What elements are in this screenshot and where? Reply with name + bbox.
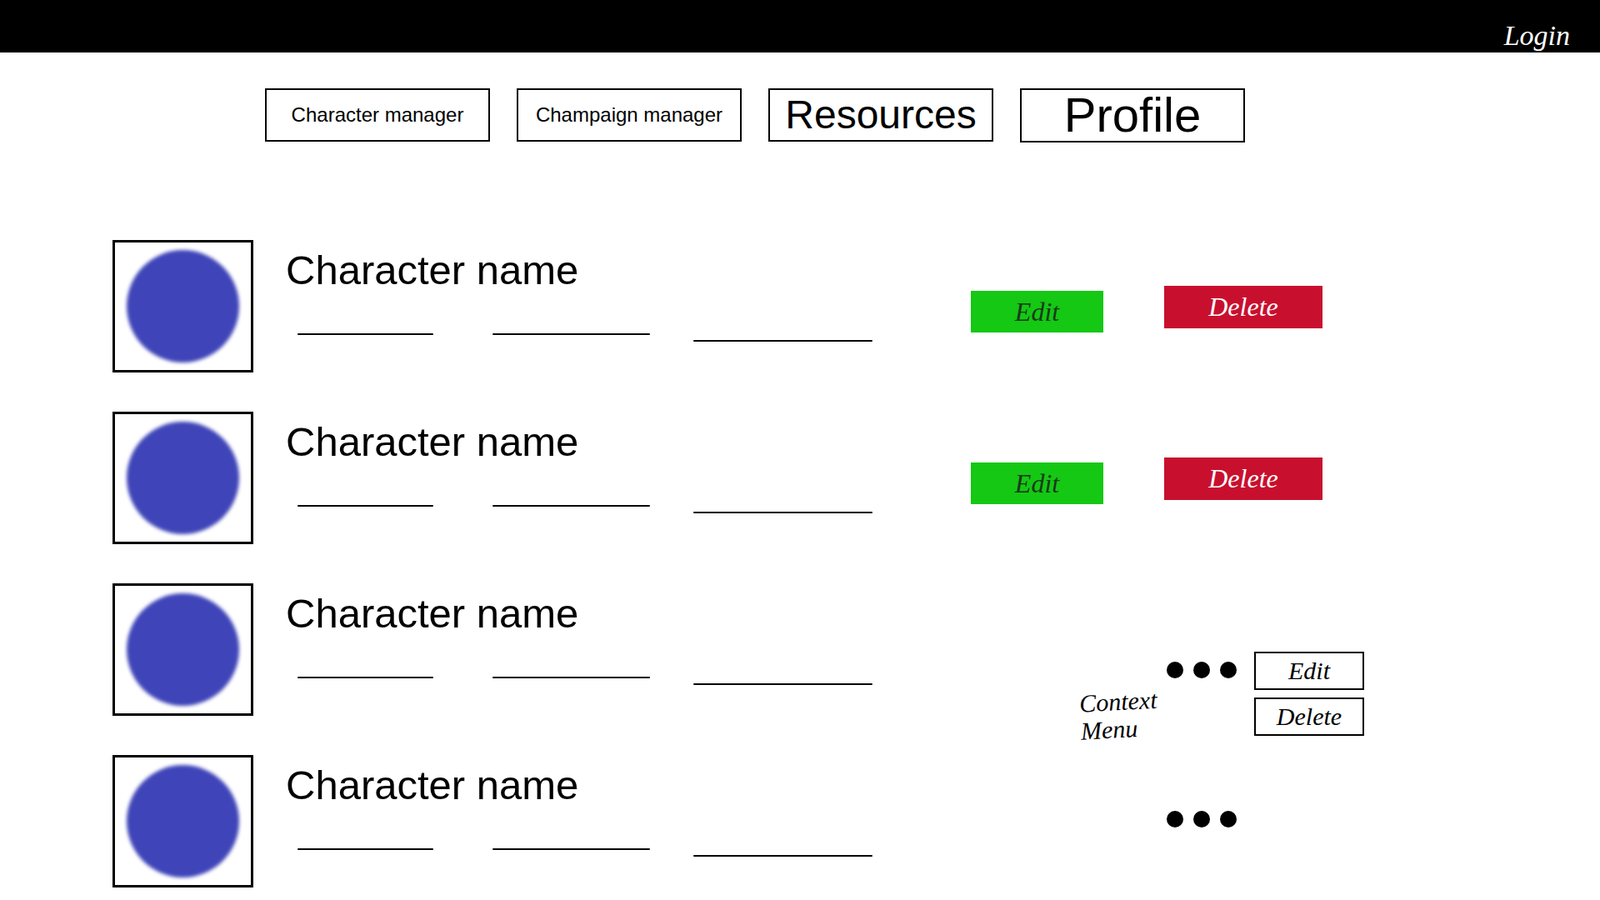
- edit-button[interactable]: Edit: [970, 462, 1104, 505]
- nav-button[interactable]: Character manager: [265, 88, 490, 142]
- delete-button[interactable]: Delete: [1164, 285, 1323, 329]
- detail-line: [492, 505, 650, 507]
- avatar-icon: [126, 765, 240, 878]
- dot-icon: [1220, 661, 1237, 679]
- row-actions: Edit Delete: [970, 240, 1323, 412]
- delete-button[interactable]: Delete: [1164, 457, 1323, 500]
- nav-bar: Character manager Champaign manager Resour…: [0, 52, 1600, 143]
- detail-line: [297, 848, 434, 850]
- nav-button[interactable]: Profile: [1020, 88, 1245, 143]
- detail-line: [297, 676, 434, 679]
- character-name: Character name: [285, 590, 971, 637]
- character-name: Character name: [285, 246, 971, 294]
- character-row: Character name: [112, 755, 1600, 900]
- detail-line: [492, 848, 650, 850]
- detail-lines: [285, 333, 971, 335]
- context-menu-item[interactable]: Delete: [1254, 697, 1365, 736]
- dot-icon: [1166, 810, 1184, 828]
- character-info: Character name: [253, 755, 971, 850]
- row-actions: Edit Delete Context Menu: [970, 583, 1365, 755]
- avatar-icon: [126, 250, 240, 363]
- login-link[interactable]: Login: [1504, 20, 1570, 51]
- character-row: Character nameEdit Delete: [112, 411, 1600, 584]
- character-info: Character name: [253, 240, 971, 335]
- character-list: Character nameEditDeleteCharacter nameEd…: [0, 240, 1600, 900]
- nav-button[interactable]: Champaign manager: [516, 88, 742, 142]
- character-row: Character name Edit Delete Context Menu: [112, 583, 1600, 755]
- dot-icon: [1220, 810, 1237, 828]
- avatar-icon: [126, 421, 240, 535]
- detail-lines: [285, 505, 971, 507]
- detail-line: [297, 505, 434, 507]
- dot-icon: [1166, 661, 1184, 679]
- detail-line: [693, 855, 873, 857]
- more-button[interactable]: [1166, 810, 1237, 828]
- avatar-icon: [126, 593, 240, 706]
- avatar: [112, 583, 254, 716]
- dot-icon: [1193, 810, 1210, 828]
- context-menu: Edit Delete: [1254, 651, 1365, 736]
- context-menu-item[interactable]: Edit: [1254, 651, 1365, 690]
- top-bar: Login: [0, 0, 1600, 53]
- detail-line: [492, 333, 650, 335]
- character-name: Character name: [285, 761, 971, 809]
- annotation: Context Menu: [1078, 683, 1198, 745]
- detail-line: [693, 340, 873, 342]
- nav-button[interactable]: Resources: [768, 88, 994, 142]
- row-actions: Edit Delete: [970, 411, 1323, 584]
- more-button[interactable]: [1166, 661, 1237, 679]
- avatar: [112, 755, 254, 888]
- detail-line: [492, 676, 650, 679]
- edit-button[interactable]: Edit: [970, 290, 1104, 333]
- detail-lines: [285, 676, 971, 679]
- character-name: Character name: [285, 418, 971, 465]
- avatar: [112, 240, 254, 373]
- row-actions: [970, 755, 1237, 900]
- character-info: Character name: [253, 411, 971, 507]
- detail-lines: [285, 848, 971, 850]
- detail-line: [297, 333, 434, 335]
- character-info: Character name: [253, 583, 971, 679]
- dot-icon: [1193, 661, 1210, 679]
- avatar: [112, 411, 254, 545]
- detail-line: [693, 683, 873, 685]
- detail-line: [693, 511, 873, 514]
- character-row: Character nameEdit Delete: [112, 240, 1600, 412]
